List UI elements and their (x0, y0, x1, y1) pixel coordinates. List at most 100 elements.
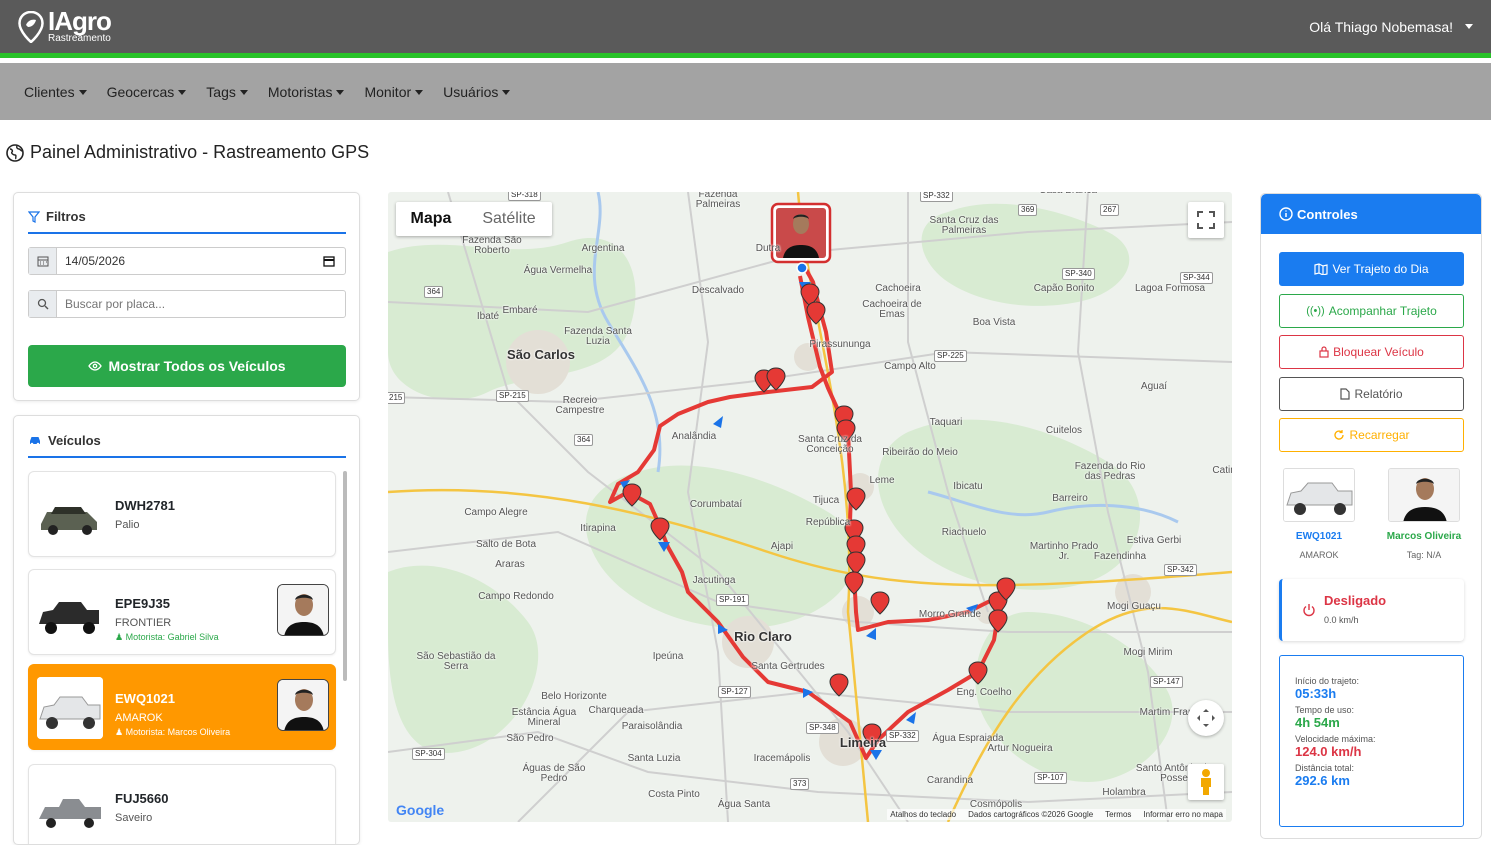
vehicle-list-scrollbar[interactable] (343, 471, 347, 681)
nav-motoristas[interactable]: Motoristas (268, 84, 345, 100)
vehicle-photo (37, 582, 103, 644)
nav-label: Clientes (24, 83, 75, 100)
nav-clientes[interactable]: Clientes (24, 84, 87, 100)
nav-geocercas[interactable]: Geocercas (107, 84, 187, 100)
calendar-icon (29, 248, 57, 274)
satellite-tab[interactable]: Satélite (466, 202, 552, 236)
date-value: 14/05/2026 (65, 254, 126, 268)
fullscreen-button[interactable] (1188, 202, 1224, 238)
road-shield: 369 (1018, 204, 1038, 216)
plate-search[interactable] (28, 290, 346, 318)
road-shield: SP-332 (886, 730, 919, 742)
map-tab[interactable]: Mapa (396, 202, 466, 236)
document-icon (1340, 388, 1351, 400)
road-shield: SP-147 (1150, 676, 1183, 688)
vehicle-photo (37, 484, 103, 546)
user-icon: ♟ (115, 632, 124, 642)
view-route-button[interactable]: Ver Trajeto do Dia (1279, 252, 1464, 286)
brand-logo[interactable]: IAgro Rastreamento (18, 6, 112, 44)
vehicle-card-epe9j35[interactable]: EPE9J35 FRONTIER ♟ Motorista: Gabriel Si… (28, 569, 336, 655)
map-icon (1314, 263, 1329, 275)
road-shield: 364 (574, 434, 594, 446)
place-label: Belo Horizonte (541, 691, 607, 702)
nav-monitor[interactable]: Monitor (364, 84, 424, 100)
map-view[interactable]: Fazenda Palmeiras Santa Cruz das Palmeira… (388, 192, 1232, 822)
vehicle-card-ewq1021[interactable]: EWQ1021 AMAROK ♟ Motorista: Marcos Olive… (28, 664, 336, 750)
eye-icon (88, 361, 103, 371)
road-shield: SP-318 (508, 192, 541, 201)
map-attribution: Atalhos do teclado Dados cartográficos ©… (887, 809, 1226, 820)
place-label: Mogi Guaçu (1107, 601, 1161, 612)
road-shield: SP-332 (920, 192, 953, 202)
vehicle-card-fuj5660[interactable]: FUJ5660 Saveiro (28, 764, 336, 844)
nav-label: Tags (206, 83, 236, 100)
reload-label: Recarregar (1349, 428, 1410, 442)
follow-route-button[interactable]: ((•)) Acompanhar Trajeto (1279, 294, 1464, 328)
place-label: Ribeirão do Meio (882, 447, 958, 458)
user-greeting: Olá Thiago Nobemasa! (1309, 18, 1453, 35)
date-picker-icon[interactable] (323, 255, 335, 267)
block-vehicle-button[interactable]: Bloquear Veículo (1279, 335, 1464, 369)
plate-search-input[interactable] (57, 297, 345, 311)
selected-vehicle-plate: EWQ1021 (1295, 531, 1343, 542)
place-label: Tijuca (812, 495, 840, 506)
place-label: Capão Bonito (1033, 283, 1095, 294)
chevron-down-icon (502, 90, 511, 96)
place-label: Itirapina (580, 523, 616, 534)
report-button[interactable]: Relatório (1279, 377, 1464, 411)
user-menu[interactable]: Olá Thiago Nobemasa! (1309, 19, 1473, 35)
current-speed: 0.0 km/h (1324, 615, 1359, 625)
vehicle-plate: EPE9J35 (115, 596, 170, 611)
report-error-link[interactable]: Informar erro no mapa (1143, 810, 1223, 819)
fullscreen-icon (1197, 211, 1215, 229)
street-view-pegman[interactable] (1188, 764, 1224, 800)
place-label: São Carlos (507, 347, 575, 362)
brand-name: IAgro (48, 6, 112, 36)
road-shield: SP-215 (496, 390, 529, 402)
place-label: Embaré (502, 305, 538, 316)
selected-vehicle-model: AMAROK (1299, 550, 1339, 560)
place-label: Campo Redondo (478, 591, 554, 602)
place-label: Casa Branca (1028, 192, 1108, 196)
keyboard-shortcuts-link[interactable]: Atalhos do teclado (890, 810, 956, 819)
place-label: Leme (869, 475, 895, 486)
vehicles-title: Veículos (48, 433, 101, 448)
place-label: Santa Gertrudes (751, 661, 825, 672)
vehicles-header: Veículos (28, 433, 346, 458)
nav-label: Geocercas (106, 83, 175, 100)
show-all-vehicles-button[interactable]: Mostrar Todos os Veículos (28, 345, 346, 387)
place-label: Costa Pinto (648, 789, 700, 800)
globe-icon (6, 143, 24, 162)
vehicle-photo (37, 677, 103, 739)
reload-button[interactable]: Recarregar (1279, 418, 1464, 452)
nav-tags[interactable]: Tags (206, 84, 248, 100)
place-label: Iracemápolis (753, 753, 811, 764)
move-arrows-icon (1197, 709, 1215, 727)
page-title-text: Painel Administrativo - Rastreamento GPS (30, 142, 370, 162)
filters-header: Filtros (28, 209, 346, 234)
date-field[interactable]: 14/05/2026 (28, 247, 346, 275)
place-label: Cachoeira de Emas (862, 299, 922, 320)
top-bar: IAgro Rastreamento Olá Thiago Nobemasa! (0, 0, 1491, 58)
filter-icon (28, 210, 40, 223)
road-shield: SP-127 (718, 686, 751, 698)
road-shield: SP-340 (1062, 268, 1095, 280)
nav-usuarios[interactable]: Usuários (443, 84, 511, 100)
info-icon (1279, 207, 1293, 221)
brand-subtitle: Rastreamento (48, 33, 111, 44)
map-pan-control[interactable] (1188, 700, 1224, 736)
road-shield: SP-348 (806, 722, 839, 734)
pegman-icon (1201, 769, 1211, 795)
place-label: Estiva Gerbi (1126, 535, 1182, 546)
total-distance-label: Distância total: (1295, 763, 1355, 773)
vehicle-plate: DWH2781 (115, 498, 175, 513)
chevron-down-icon (239, 90, 248, 96)
place-label: Recreio Campestre (555, 395, 605, 416)
place-label: Boa Vista (972, 317, 1016, 328)
vehicle-card-dwh2781[interactable]: DWH2781 Palio (28, 471, 336, 557)
place-label: Fazenda do Rio das Pedras (1074, 461, 1146, 482)
terms-link[interactable]: Termos (1105, 810, 1131, 819)
place-label: Mogi Mirim (1123, 647, 1173, 658)
place-label: Argentina (581, 243, 625, 254)
place-label: Descalvado (691, 285, 745, 296)
